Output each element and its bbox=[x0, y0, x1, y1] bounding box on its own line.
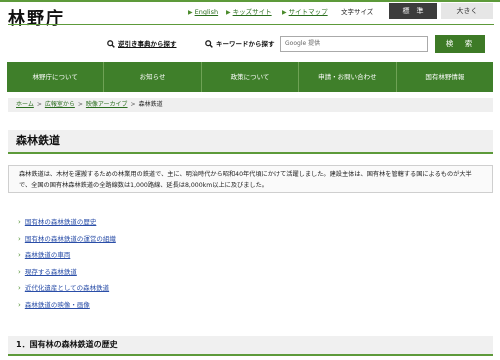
breadcrumb-current: 森林鉄道 bbox=[138, 101, 163, 108]
global-nav: 林野庁について お知らせ 政策について 申請・お問い合わせ 国有林野情報 bbox=[7, 62, 493, 92]
top-border bbox=[0, 0, 500, 2]
index-search-link[interactable]: 逆引き事典から探す bbox=[107, 38, 177, 50]
util-link-kids[interactable]: ▶ キッズサイト bbox=[226, 7, 272, 18]
toc-item[interactable]: › 国有林の森林鉄道の歴史 bbox=[18, 214, 116, 231]
toc-item[interactable]: › 国有林の森林鉄道の運営の組織 bbox=[18, 231, 116, 248]
breadcrumb-separator: > bbox=[77, 101, 83, 108]
toc-link[interactable]: 近代化遺産としての森林鉄道 bbox=[25, 284, 109, 292]
search-input[interactable]: Google 提供 bbox=[280, 36, 428, 52]
nav-item-about[interactable]: 林野庁について bbox=[7, 62, 105, 92]
toc-item[interactable]: › 近代化遺産としての森林鉄道 bbox=[18, 280, 116, 297]
nav-item-policy[interactable]: 政策について bbox=[202, 62, 300, 92]
chevron-right-icon: › bbox=[18, 284, 21, 292]
page-title: 森林鉄道 bbox=[8, 130, 493, 154]
triangle-icon: ▶ bbox=[188, 9, 193, 16]
chevron-right-icon: › bbox=[18, 267, 21, 276]
triangle-icon: ▶ bbox=[226, 9, 231, 16]
index-search-label[interactable]: 逆引き事典から探す bbox=[118, 40, 177, 48]
util-link-sitemap[interactable]: ▶ サイトマップ bbox=[282, 7, 328, 18]
search-icon bbox=[107, 40, 115, 48]
toc-item[interactable]: › 森林鉄道の車両 bbox=[18, 247, 116, 264]
toc-link[interactable]: 国有林の森林鉄道の歴史 bbox=[25, 218, 97, 226]
util-link-label[interactable]: サイトマップ bbox=[289, 8, 328, 16]
breadcrumb-separator: > bbox=[130, 101, 136, 108]
nav-item-contact[interactable]: 申請・お問い合わせ bbox=[299, 62, 397, 92]
keyword-search-text: キーワードから探す bbox=[216, 40, 275, 48]
toc-link[interactable]: 森林鉄道の映像・画像 bbox=[25, 301, 90, 309]
toc-item[interactable]: › 森林鉄道の映像・画像 bbox=[18, 297, 116, 314]
intro-text: 森林鉄道は、木材を運搬するための林業用の鉄道で、主に、明治時代から昭和40年代頃… bbox=[8, 165, 493, 193]
chevron-right-icon: › bbox=[18, 251, 21, 259]
toc-link[interactable]: 現存する森林鉄道 bbox=[25, 268, 77, 276]
search-icon bbox=[205, 40, 213, 48]
triangle-icon: ▶ bbox=[282, 9, 287, 16]
chevron-right-icon: › bbox=[18, 234, 21, 243]
util-link-label[interactable]: English bbox=[195, 8, 218, 16]
util-link-label[interactable]: キッズサイト bbox=[233, 8, 272, 16]
chevron-right-icon: › bbox=[18, 300, 21, 309]
table-of-contents: › 国有林の森林鉄道の歴史 › 国有林の森林鉄道の運営の組織 › 森林鉄道の車両 › 現… bbox=[18, 214, 116, 313]
breadcrumb-pr[interactable]: 広報室から bbox=[45, 101, 75, 108]
nav-item-news[interactable]: お知らせ bbox=[104, 62, 202, 92]
font-size-large-button[interactable]: 大きく bbox=[441, 3, 493, 19]
font-size-standard-button[interactable]: 標 準 bbox=[389, 3, 437, 19]
header-rule bbox=[8, 24, 494, 25]
breadcrumb: ホーム > 広報室から > 映像アーカイブ > 森林鉄道 bbox=[8, 98, 493, 112]
toc-item[interactable]: › 現存する森林鉄道 bbox=[18, 264, 116, 281]
site-logo[interactable]: 林野庁 bbox=[8, 4, 65, 29]
font-size-label: 文字サイズ bbox=[341, 8, 374, 16]
util-link-english[interactable]: ▶ English bbox=[188, 7, 218, 18]
toc-link[interactable]: 国有林の森林鉄道の運営の組織 bbox=[25, 235, 116, 243]
breadcrumb-archive[interactable]: 映像アーカイブ bbox=[86, 101, 128, 108]
chevron-right-icon: › bbox=[18, 218, 21, 226]
nav-item-national-forest[interactable]: 国有林野情報 bbox=[397, 62, 493, 92]
keyword-search-label: キーワードから探す bbox=[205, 38, 275, 50]
breadcrumb-home[interactable]: ホーム bbox=[16, 101, 34, 108]
search-button[interactable]: 検 索 bbox=[435, 35, 485, 53]
toc-link[interactable]: 森林鉄道の車両 bbox=[25, 251, 71, 259]
breadcrumb-separator: > bbox=[36, 101, 42, 108]
section-heading: 1．国有林の森林鉄道の歴史 bbox=[8, 336, 493, 356]
